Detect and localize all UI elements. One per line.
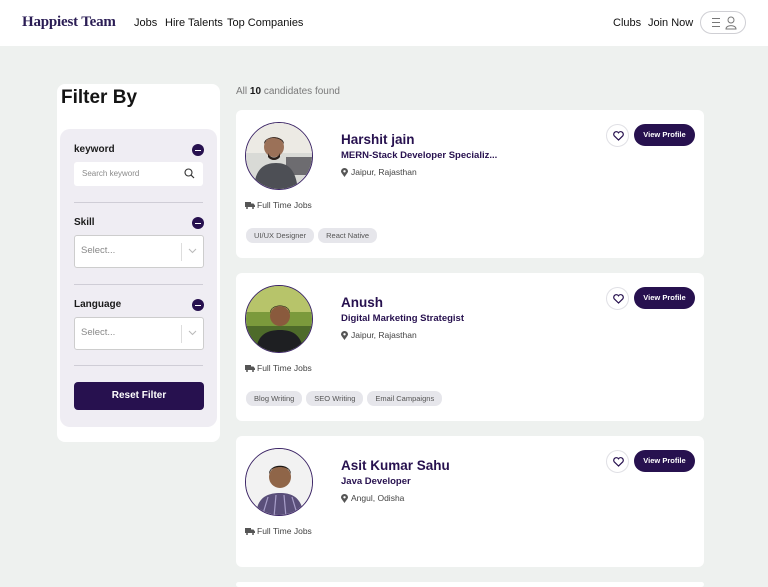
location-text: Angul, Odisha	[351, 493, 405, 503]
candidate-name[interactable]: Harshit jain	[341, 132, 415, 147]
job-type: Full Time Jobs	[245, 526, 312, 536]
results-prefix: All	[236, 86, 248, 97]
site-logo[interactable]: Happiest Team	[22, 14, 116, 31]
location-text: Jaipur, Rajasthan	[351, 167, 417, 177]
candidate-card[interactable]: Asit Kumar Sahu Java Developer Angul, Od…	[236, 436, 704, 567]
truck-icon	[245, 528, 255, 535]
candidate-location: Angul, Odisha	[341, 493, 404, 503]
skill-tag: React Native	[318, 228, 378, 243]
language-select[interactable]: Select...	[74, 317, 204, 350]
candidate-name[interactable]: Asit Kumar Sahu	[341, 458, 450, 473]
candidate-role: Java Developer	[341, 476, 411, 487]
filter-panel: Filter By keyword Search keyword Skill S…	[57, 84, 220, 442]
nav-top-companies[interactable]: Top Companies	[227, 17, 303, 29]
skill-tags: UI/UX Designer React Native	[246, 225, 381, 243]
user-icon	[725, 16, 737, 30]
job-type-text: Full Time Jobs	[257, 363, 312, 373]
results-count: All 10 candidates found	[236, 86, 340, 97]
heart-icon	[613, 131, 624, 141]
minus-circle-icon[interactable]	[192, 217, 204, 229]
map-pin-icon	[341, 494, 348, 503]
avatar	[245, 122, 313, 190]
location-text: Jaipur, Rajasthan	[351, 330, 417, 340]
favorite-button[interactable]	[606, 287, 629, 310]
candidate-card[interactable]: Anush Digital Marketing Strategist Jaipu…	[236, 273, 704, 421]
language-label: Language	[74, 299, 122, 310]
reset-filter-button[interactable]: Reset Filter	[74, 382, 204, 410]
keyword-label: keyword	[74, 144, 115, 155]
results-suffix: candidates found	[263, 86, 340, 97]
keyword-search-input[interactable]: Search keyword	[74, 162, 203, 186]
heart-icon	[613, 294, 624, 304]
avatar	[245, 448, 313, 516]
view-profile-button[interactable]: View Profile	[634, 287, 695, 309]
skill-label: Skill	[74, 217, 95, 228]
candidate-location: Jaipur, Rajasthan	[341, 167, 417, 177]
truck-icon	[245, 202, 255, 209]
language-select-placeholder: Select...	[81, 327, 116, 338]
job-type-text: Full Time Jobs	[257, 526, 312, 536]
avatar	[245, 285, 313, 353]
top-header: Happiest Team Jobs Hire Talents Top Comp…	[0, 0, 768, 46]
filter-title: Filter By	[61, 87, 138, 108]
job-type: Full Time Jobs	[245, 363, 312, 373]
favorite-button[interactable]	[606, 450, 629, 473]
skill-select[interactable]: Select...	[74, 235, 204, 268]
job-type: Full Time Jobs	[245, 200, 312, 210]
skill-select-placeholder: Select...	[81, 245, 116, 256]
nav-hire-talents[interactable]: Hire Talents	[165, 17, 223, 29]
candidate-card[interactable]	[236, 582, 704, 587]
minus-circle-icon[interactable]	[192, 299, 204, 311]
skill-tag: Email Campaigns	[367, 391, 443, 406]
view-profile-button[interactable]: View Profile	[634, 450, 695, 472]
select-separator	[181, 325, 182, 343]
job-type-text: Full Time Jobs	[257, 200, 312, 210]
skill-tags: Blog Writing SEO Writing Email Campaigns	[246, 388, 446, 406]
candidate-role: MERN-Stack Developer Specializ...	[341, 150, 498, 161]
filter-body: keyword Search keyword Skill Select... L…	[60, 129, 217, 427]
view-profile-button[interactable]: View Profile	[634, 124, 695, 146]
results-number: 10	[249, 86, 262, 97]
chevron-down-icon[interactable]	[188, 330, 197, 336]
divider	[74, 202, 203, 203]
select-separator	[181, 243, 182, 261]
favorite-button[interactable]	[606, 124, 629, 147]
skill-tag: Blog Writing	[246, 391, 303, 406]
nav-clubs[interactable]: Clubs	[613, 17, 641, 29]
nav-join-now[interactable]: Join Now	[648, 17, 693, 29]
divider	[74, 284, 203, 285]
candidate-card[interactable]: Harshit jain MERN-Stack Developer Specia…	[236, 110, 704, 258]
search-placeholder: Search keyword	[82, 169, 140, 178]
skill-tag: UI/UX Designer	[246, 228, 315, 243]
hamburger-icon	[712, 18, 720, 27]
chevron-down-icon[interactable]	[188, 248, 197, 254]
divider	[74, 365, 203, 366]
candidate-role: Digital Marketing Strategist	[341, 313, 464, 324]
minus-circle-icon[interactable]	[192, 144, 204, 156]
map-pin-icon	[341, 331, 348, 340]
map-pin-icon	[341, 168, 348, 177]
account-menu-button[interactable]	[700, 11, 746, 34]
heart-icon	[613, 457, 624, 467]
truck-icon	[245, 365, 255, 372]
search-icon[interactable]	[184, 168, 195, 179]
skill-tag: SEO Writing	[306, 391, 364, 406]
candidate-location: Jaipur, Rajasthan	[341, 330, 417, 340]
candidate-name[interactable]: Anush	[341, 295, 383, 310]
nav-jobs[interactable]: Jobs	[134, 17, 157, 29]
